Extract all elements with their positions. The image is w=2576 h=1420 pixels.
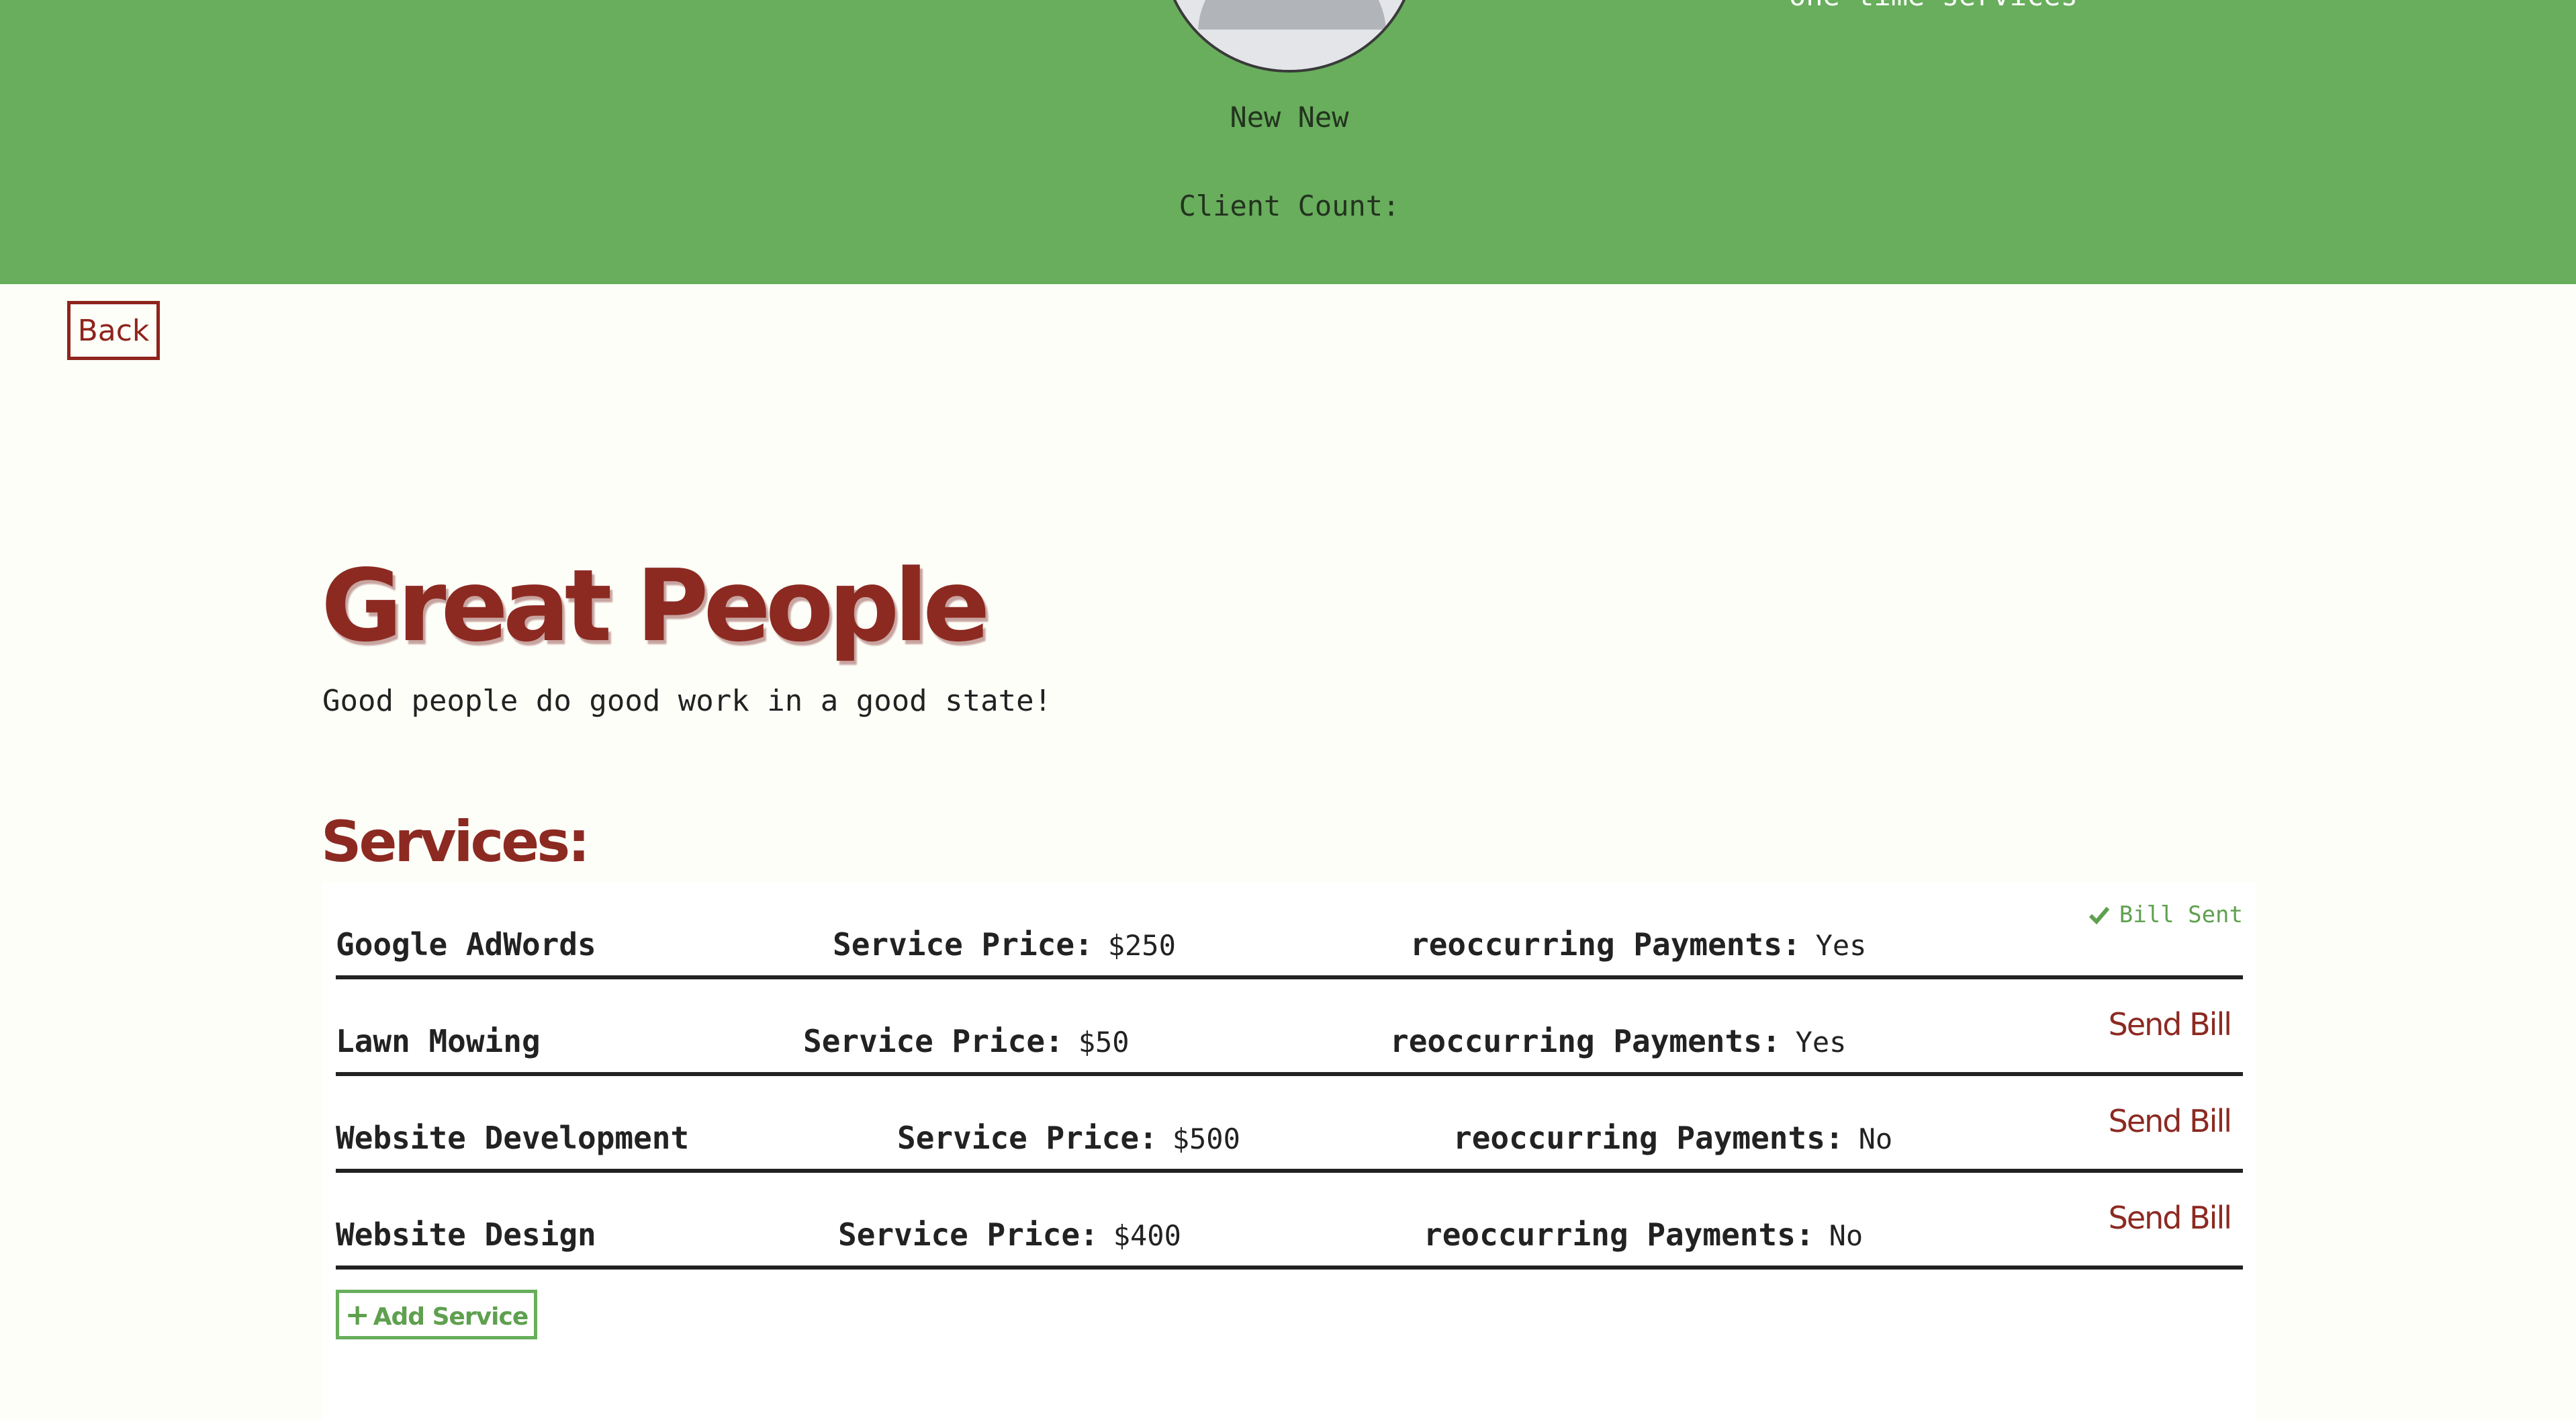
price-label: Service Price: (838, 1216, 1099, 1253)
profile-header: New New Client Count: one time services (0, 0, 2576, 284)
services-panel: Google AdWords Service Price: $250 reoccu… (322, 883, 2256, 1420)
company-title: Great People (321, 548, 991, 664)
send-bill-button[interactable]: Send Bill (2109, 1006, 2232, 1042)
send-bill-button[interactable]: Send Bill (2109, 1103, 2232, 1139)
bill-sent-status: Bill Sent (2088, 901, 2243, 928)
service-recurring: reoccurring Payments: No (1424, 1216, 1863, 1253)
recurring-label: reoccurring Payments: (1424, 1216, 1814, 1253)
recurring-label: reoccurring Payments: (1410, 926, 1801, 963)
service-recurring: reoccurring Payments: Yes (1390, 1023, 1846, 1059)
service-price: Service Price: $250 (833, 926, 1176, 963)
bill-sent-label: Bill Sent (2119, 901, 2243, 928)
service-price: Service Price: $50 (803, 1023, 1130, 1059)
avatar (1162, 0, 1417, 73)
service-row: Website Development Service Price: $500 r… (336, 1076, 2243, 1173)
recurring-value: Yes (1815, 929, 1867, 962)
price-value: $400 (1113, 1219, 1181, 1252)
price-value: $500 (1172, 1122, 1240, 1155)
service-recurring: reoccurring Payments: No (1453, 1120, 1892, 1156)
service-row: Lawn Mowing Service Price: $50 reoccurrin… (336, 979, 2243, 1076)
price-value: $250 (1107, 929, 1176, 962)
price-value: $50 (1078, 1026, 1130, 1059)
service-name: Website Design (336, 1216, 596, 1253)
check-icon (2088, 907, 2110, 925)
add-service-label: Add Service (373, 1303, 529, 1331)
recurring-value: Yes (1795, 1026, 1847, 1059)
recurring-value: No (1858, 1122, 1893, 1155)
service-row: Google AdWords Service Price: $250 reoccu… (336, 883, 2243, 979)
add-service-button[interactable]: + Add Service (336, 1290, 537, 1339)
price-label: Service Price: (803, 1023, 1064, 1059)
recurring-value: No (1829, 1219, 1864, 1252)
service-type-item: one time services (1753, 0, 2078, 19)
company-tagline: Good people do good work in a good state… (322, 684, 1052, 718)
recurring-label: reoccurring Payments: (1390, 1023, 1781, 1059)
service-name: Google AdWords (336, 926, 596, 963)
service-price: Service Price: $500 (897, 1120, 1240, 1156)
user-name: New New (1230, 101, 1349, 134)
service-row: Website Design Service Price: $400 reoccu… (336, 1173, 2243, 1270)
service-recurring: reoccurring Payments: Yes (1410, 926, 1866, 963)
service-price: Service Price: $400 (838, 1216, 1181, 1253)
price-label: Service Price: (833, 926, 1093, 963)
service-types-list: one time services (1753, 0, 2078, 19)
service-name: Lawn Mowing (336, 1023, 541, 1059)
services-heading: Services: (321, 809, 590, 875)
back-button[interactable]: Back (67, 301, 160, 360)
price-label: Service Price: (897, 1120, 1158, 1156)
service-name: Website Development (336, 1120, 690, 1156)
recurring-label: reoccurring Payments: (1453, 1120, 1844, 1156)
send-bill-button[interactable]: Send Bill (2109, 1200, 2232, 1236)
client-count: Client Count: (1179, 189, 1400, 222)
plus-icon: + (344, 1298, 370, 1332)
